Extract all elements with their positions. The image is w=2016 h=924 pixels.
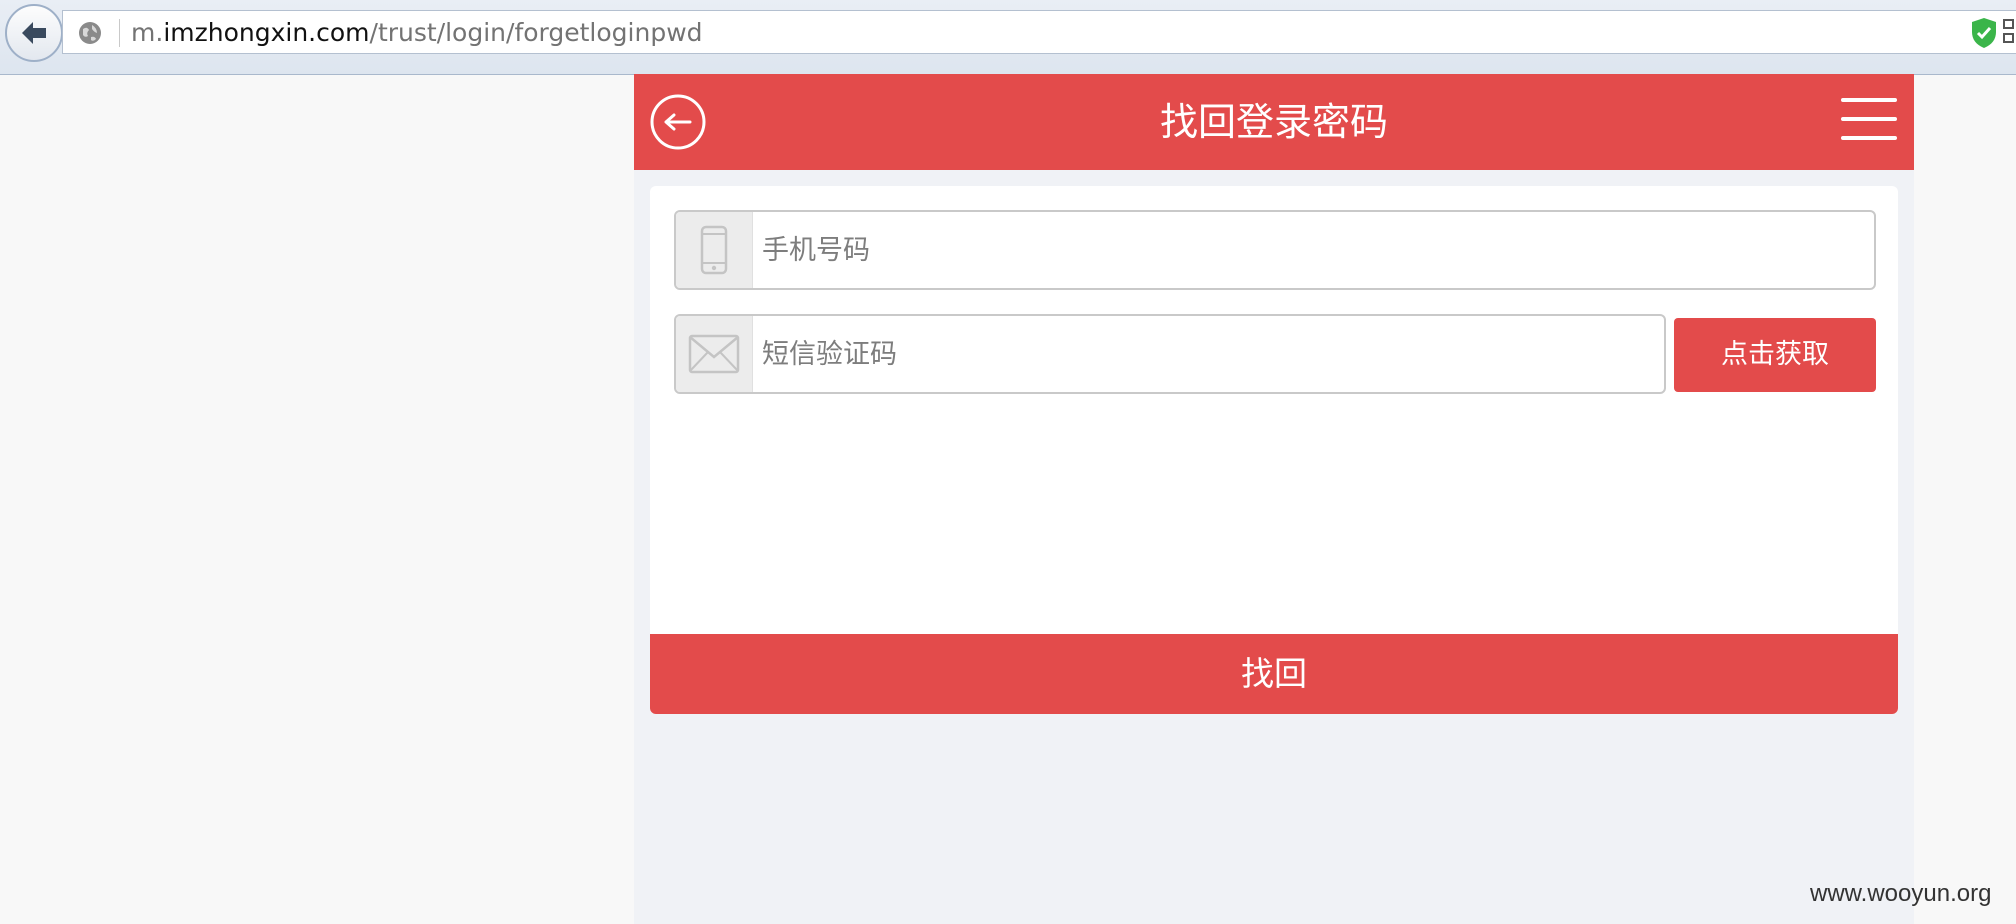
phone-field[interactable]: [674, 210, 1876, 290]
phone-field-icon-box: [676, 212, 753, 288]
phone-input[interactable]: [756, 212, 1868, 288]
browser-back-button[interactable]: [5, 4, 63, 62]
browser-toolbar: m.imzhongxin.com/trust/login/forgetlogin…: [0, 0, 2016, 75]
get-code-button[interactable]: 点击获取: [1674, 318, 1876, 392]
shield-check-icon[interactable]: [1971, 17, 1997, 49]
address-bar[interactable]: m.imzhongxin.com/trust/login/forgetlogin…: [62, 10, 2016, 54]
sms-code-field[interactable]: [674, 314, 1666, 394]
app-viewport: 找回登录密码 手机号码 短信验证码 点击获取 找回: [634, 74, 1914, 924]
page-title: 找回登录密码: [1159, 100, 1388, 144]
hamburger-menu-icon[interactable]: [1841, 98, 1897, 140]
url-text[interactable]: m.imzhongxin.com/trust/login/forgetlogin…: [131, 18, 703, 47]
globe-icon: [79, 22, 101, 44]
back-arrow-icon: [22, 22, 46, 44]
page-header: 找回登录密码: [634, 74, 1914, 170]
mobile-phone-icon: [700, 225, 728, 275]
extension-icon[interactable]: [2003, 19, 2015, 45]
watermark: www.wooyun.org: [1810, 880, 1992, 907]
envelope-icon: [688, 334, 740, 374]
address-bar-divider: [119, 19, 120, 47]
url-prefix: m.: [131, 18, 164, 47]
url-host: imzhongxin.com: [163, 18, 370, 47]
submit-button[interactable]: 找回: [650, 634, 1898, 714]
url-path: /trust/login/forgetloginpwd: [369, 18, 703, 47]
sms-field-icon-box: [676, 316, 753, 392]
sms-code-input[interactable]: [756, 316, 1664, 392]
